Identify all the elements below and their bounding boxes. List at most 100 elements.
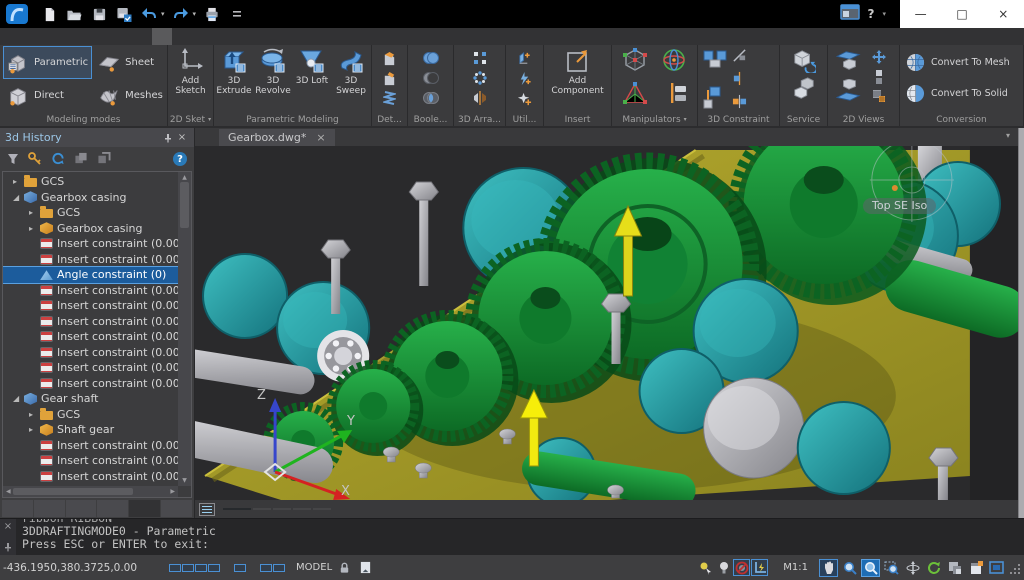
add-sketch-button[interactable]: Add Sketch — [172, 45, 210, 97]
boolean-union-icon[interactable] — [422, 49, 440, 67]
sidebar-tab[interactable] — [161, 500, 192, 517]
zoom-realtime-icon[interactable] — [861, 558, 880, 577]
tree-item[interactable]: Insert constraint (0.0000) — [3, 314, 178, 330]
panel-label[interactable]: 2D Sket ▾ — [168, 113, 213, 126]
qat-options-icon[interactable] — [228, 5, 246, 23]
rotate-manipulator-icon[interactable] — [661, 47, 687, 77]
tree-item[interactable]: Insert constraint (0.0000) — [3, 283, 178, 299]
close-button[interactable]: × — [988, 7, 1018, 21]
tree-vertical-scrollbar[interactable]: ▲ ▼ — [178, 172, 191, 486]
insert-constraint-icon[interactable] — [732, 71, 747, 90]
ribbon-options-icon[interactable] — [839, 4, 860, 24]
viewports-icon[interactable] — [945, 559, 964, 577]
close-panel-icon[interactable]: × — [175, 131, 189, 145]
tree-item[interactable]: Insert constraint (0.0000) — [3, 298, 178, 314]
convert-to-solid-button[interactable]: Convert To Solid — [906, 84, 1010, 103]
tree-item[interactable]: Angle constraint (0) — [3, 266, 178, 284]
scale-manipulator-icon[interactable] — [622, 80, 648, 110]
command-line-panel[interactable]: × ribbon RIBBON 3DDRAFTINGMODE0 - Parame… — [0, 518, 1024, 555]
tree-item[interactable]: GCS — [3, 174, 178, 190]
history-help-icon[interactable]: ? — [173, 152, 187, 166]
undo-icon[interactable] — [140, 5, 158, 23]
tree-expand-arrow-icon[interactable] — [29, 208, 40, 217]
status-toggle[interactable] — [234, 563, 247, 572]
ribbon-tab[interactable] — [262, 28, 282, 45]
ribbon-tab[interactable] — [130, 28, 150, 45]
dynamic-ucs-icon[interactable] — [751, 559, 769, 576]
fullscreen-icon[interactable] — [987, 559, 1006, 577]
resize-grip[interactable] — [1011, 561, 1021, 575]
maximize-button[interactable]: □ — [947, 7, 977, 21]
status-toggle[interactable] — [143, 564, 155, 572]
tree-item[interactable]: GCS — [3, 205, 178, 221]
pin-icon[interactable] — [161, 131, 175, 145]
save-icon[interactable] — [90, 5, 108, 23]
light-icon[interactable] — [715, 559, 732, 576]
layout-menu-icon[interactable] — [199, 502, 215, 516]
layout-tab[interactable] — [313, 508, 331, 510]
orbit-icon[interactable] — [903, 559, 922, 577]
status-toggle[interactable] — [195, 563, 208, 572]
tree-item[interactable]: Insert constraint (0.0000) — [3, 329, 178, 345]
update-model-icon[interactable] — [792, 49, 817, 77]
window-right-border[interactable] — [1018, 128, 1024, 518]
model-explode-icon[interactable] — [792, 77, 816, 105]
tree-item[interactable]: Gear shaft — [3, 391, 178, 407]
parametric-mode-button[interactable]: Parametric — [3, 46, 93, 79]
tree-item[interactable]: Insert constraint (0.0000) — [3, 252, 178, 268]
app-logo-icon[interactable] — [0, 0, 34, 28]
save-all-icon[interactable] — [115, 5, 133, 23]
command-close-icon[interactable]: × — [4, 522, 12, 532]
view-from-solid-icon[interactable] — [835, 49, 862, 77]
layout-tab[interactable] — [273, 508, 291, 510]
undo-dropdown-icon[interactable]: ▾ — [161, 10, 165, 18]
tree-item[interactable]: Insert constraint (0.0000) — [3, 438, 178, 454]
ribbon-tab[interactable] — [64, 28, 84, 45]
zoom-icon[interactable] — [840, 559, 859, 577]
ribbon-tab[interactable] — [284, 28, 304, 45]
ribbon-tab[interactable] — [306, 28, 326, 45]
mate-constraint-icon[interactable] — [702, 48, 728, 78]
status-toggle[interactable] — [273, 563, 286, 572]
ribbon-tab[interactable] — [240, 28, 260, 45]
revolve-button[interactable]: 3D Revolve — [254, 45, 292, 97]
model-viewport[interactable]: Top SE Iso Z Y X — [195, 146, 1018, 500]
no-constraints-icon[interactable] — [733, 559, 751, 576]
tree-item[interactable]: Shaft gear — [3, 422, 178, 438]
tree-item[interactable]: Insert constraint (0.0000) — [3, 453, 178, 469]
tree-item[interactable]: Insert constraint (0.0000) — [3, 345, 178, 361]
document-list-caret-icon[interactable]: ▾ — [1006, 131, 1010, 140]
detail-part-icon[interactable] — [381, 49, 399, 67]
detail-assembly-icon[interactable] — [381, 69, 399, 87]
update-views-icon[interactable] — [872, 49, 886, 68]
document-tab[interactable]: Gearbox.dwg* × — [219, 129, 335, 146]
tree-item[interactable]: Gearbox casing — [3, 221, 178, 237]
open-file-icon[interactable] — [65, 5, 83, 23]
boolean-intersect-icon[interactable] — [422, 89, 440, 107]
zoom-window-icon[interactable] — [882, 559, 901, 577]
ribbon-tab[interactable] — [196, 28, 216, 45]
angle-constraint-icon[interactable] — [732, 94, 747, 113]
filter-icon[interactable] — [7, 150, 19, 169]
command-pin-icon[interactable] — [4, 537, 12, 556]
refresh-icon[interactable] — [51, 150, 65, 169]
tree-expand-arrow-icon[interactable] — [13, 394, 24, 403]
sidebar-tab[interactable] — [65, 500, 97, 517]
tree-item[interactable]: Insert constraint (0.0000) — [3, 376, 178, 392]
sidebar-tab[interactable] — [129, 500, 161, 517]
lock-icon[interactable] — [336, 559, 353, 576]
layout-tab[interactable] — [253, 508, 271, 510]
layout-tab[interactable] — [293, 508, 311, 510]
rect-array-icon[interactable] — [471, 49, 489, 67]
tree-expand-arrow-icon[interactable] — [13, 193, 24, 202]
document-close-icon[interactable]: × — [316, 131, 325, 144]
tree-item[interactable]: Insert constraint (0.0000) — [3, 236, 178, 252]
sidebar-tab[interactable] — [33, 500, 65, 517]
direct-mode-button[interactable]: Direct — [3, 79, 92, 112]
status-toggle[interactable] — [221, 564, 233, 572]
hatch-view-icon[interactable] — [872, 88, 886, 107]
ribbon-tab[interactable] — [108, 28, 128, 45]
loft-button[interactable]: 3D Loft — [293, 45, 331, 86]
tree-item[interactable]: GCS — [3, 407, 178, 423]
light-select-icon[interactable] — [697, 559, 714, 576]
